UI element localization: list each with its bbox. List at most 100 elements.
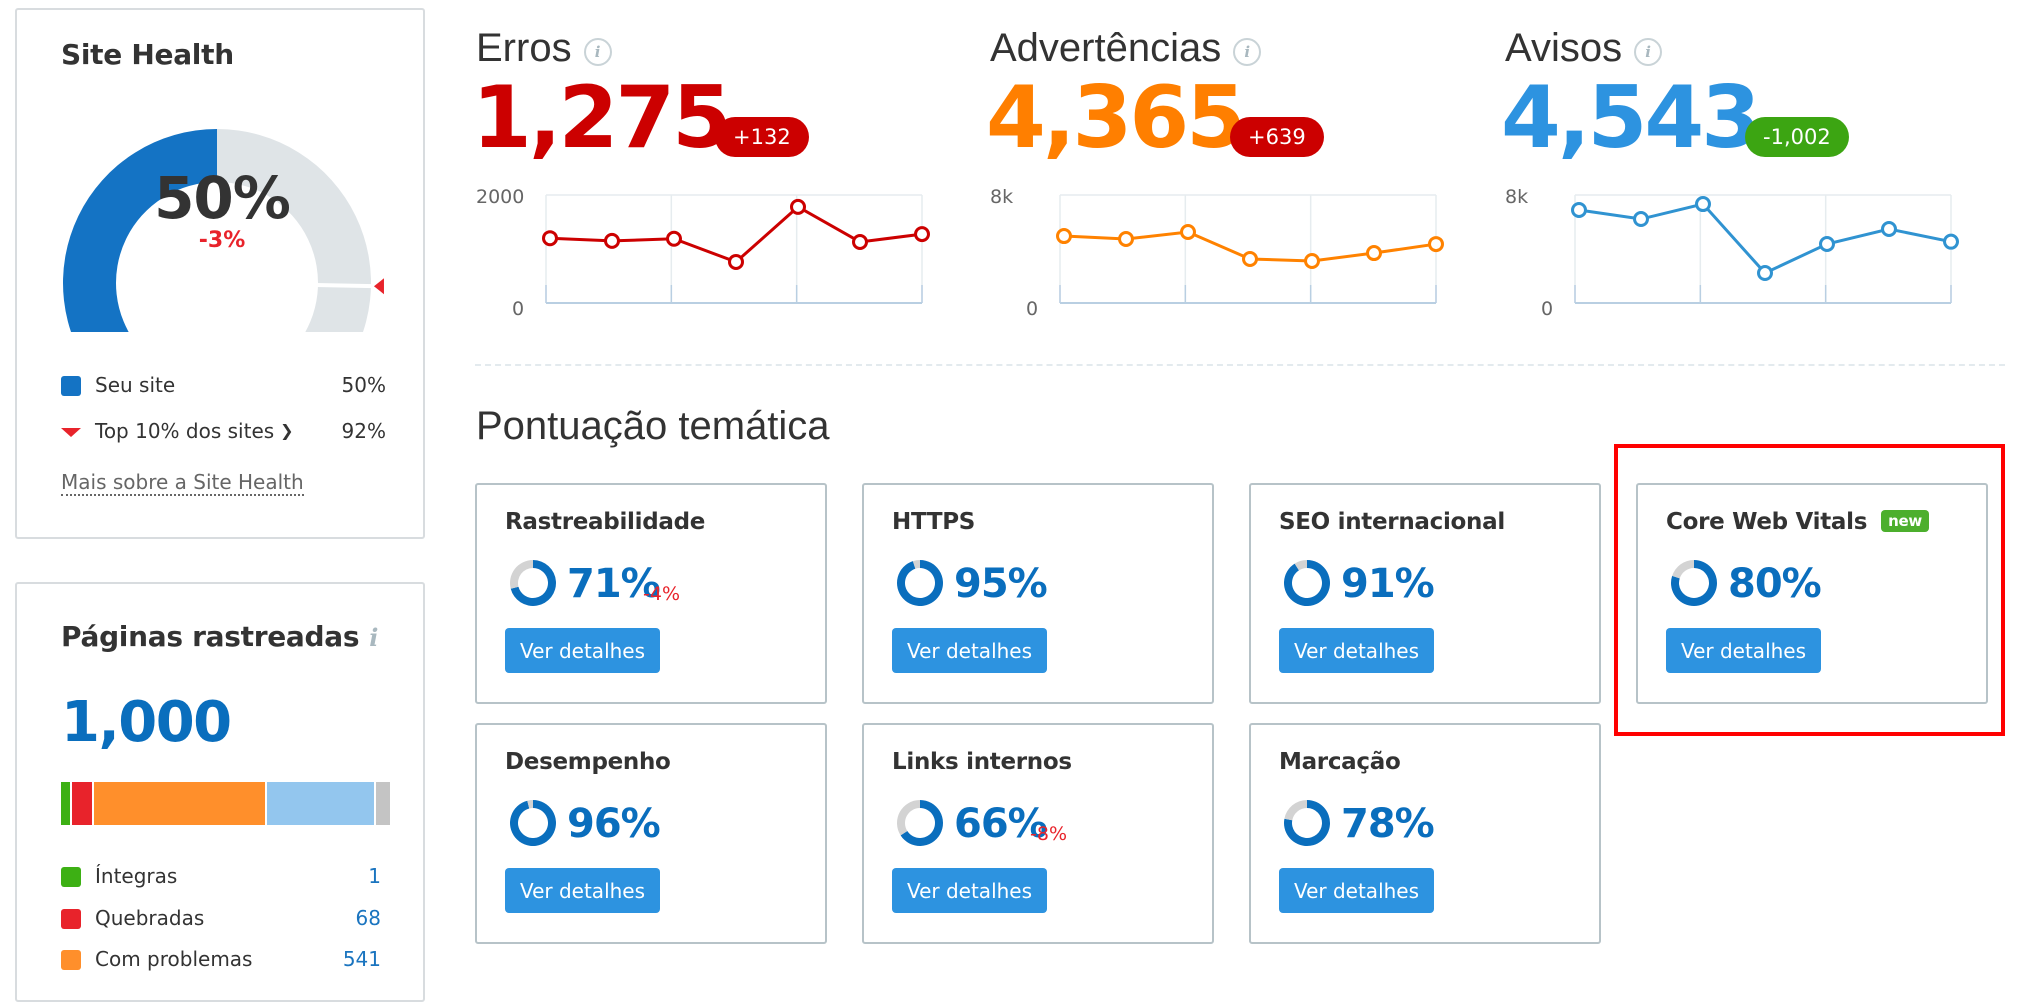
data-point — [1242, 250, 1258, 267]
y-tick-label: 8k — [990, 186, 1013, 208]
red-triangle-icon — [61, 428, 81, 437]
donut-track — [1672, 560, 1694, 579]
view-details-button[interactable]: Ver detalhes — [892, 868, 1047, 913]
score-donut-icon — [1284, 800, 1330, 846]
data-point — [1304, 253, 1320, 270]
metric-advertencias: Advertências i 4,365 +639 8k 0 — [986, 0, 1444, 330]
bar-segment[interactable] — [375, 782, 390, 825]
data-point — [542, 230, 558, 247]
view-details-button[interactable]: Ver detalhes — [1279, 628, 1434, 673]
theme-card-title: HTTPS — [892, 509, 975, 535]
data-point — [1819, 236, 1835, 253]
legend-top10[interactable]: Top 10% dos sites ❯ 92% — [61, 417, 386, 447]
legend-com-problemas[interactable]: Com problemas 541 — [61, 945, 381, 975]
donut-track — [897, 800, 920, 836]
blue-square-icon — [61, 376, 81, 396]
y-tick-label: 2000 — [476, 186, 524, 208]
data-point — [1571, 201, 1587, 218]
data-point — [1428, 236, 1444, 253]
legend-value[interactable]: 68 — [356, 906, 381, 930]
info-icon[interactable]: i — [369, 623, 378, 652]
new-badge: new — [1881, 510, 1929, 532]
legend-label: Top 10% dos sites — [95, 419, 275, 443]
data-point — [1180, 223, 1196, 240]
theme-card-title-text: HTTPS — [892, 509, 976, 535]
data-point — [604, 232, 620, 249]
legend-value: 50% — [341, 373, 386, 397]
data-point — [1695, 196, 1711, 213]
green-square-icon — [61, 867, 81, 887]
theme-score-value: 96% — [567, 801, 661, 847]
data-point — [790, 198, 806, 215]
score-donut-icon — [1284, 560, 1330, 606]
donut-fill — [897, 560, 943, 606]
theme-score-delta: -8% — [1030, 823, 1067, 845]
legend-value[interactable]: 541 — [343, 947, 381, 971]
theme-card-title: Links internos — [892, 749, 1072, 775]
site-health-card: Site Health 50% -3% Seu site 50% Top 10%… — [15, 8, 425, 539]
theme-card-title-text: Desempenho — [505, 749, 671, 775]
data-point — [914, 226, 930, 243]
legend-integras[interactable]: Íntegras 1 — [61, 862, 381, 892]
view-details-button[interactable]: Ver detalhes — [892, 628, 1047, 673]
metric-title-text: Advertências — [990, 26, 1222, 70]
legend-value: 92% — [341, 419, 386, 443]
theme-card-title: SEO internacional — [1279, 509, 1505, 535]
top10-dropdown[interactable]: Top 10% dos sites ❯ — [95, 419, 294, 443]
donut-fill — [1284, 560, 1330, 606]
y-tick-label: 0 — [1026, 298, 1038, 320]
theme-card-title-text: Rastreabilidade — [505, 509, 706, 535]
gauge-top10-line — [315, 282, 374, 289]
info-icon[interactable]: i — [583, 38, 612, 66]
info-icon[interactable]: i — [1233, 38, 1262, 66]
bar-segment[interactable] — [61, 782, 70, 825]
y-tick-label: 0 — [1541, 298, 1553, 320]
bar-segment[interactable] — [93, 782, 265, 825]
data-point — [1757, 265, 1773, 282]
section-divider — [475, 364, 2005, 366]
theme-card-links-internos: Links internos 66% -8% Ver detalhes — [862, 723, 1214, 944]
metric-title: Avisos i — [1505, 26, 1663, 71]
theme-card-desempenho: Desempenho 96% Ver detalhes — [475, 723, 827, 944]
metric-avisos: Avisos i 4,543 -1,002 8k 0 — [1501, 0, 1959, 330]
series-line — [549, 205, 923, 264]
theme-card-title: Desempenho — [505, 749, 671, 775]
view-details-button[interactable]: Ver detalhes — [505, 628, 660, 673]
thematic-score-title: Pontuação temática — [476, 404, 830, 448]
pages-crawled-title: Páginas rastreadas i — [61, 620, 378, 653]
metric-value[interactable]: 4,543 — [1501, 68, 1761, 168]
metric-delta-badge: -1,002 — [1745, 117, 1849, 157]
metric-title: Erros i — [476, 26, 612, 71]
metric-value[interactable]: 4,365 — [986, 68, 1246, 168]
site-health-delta: -3% — [198, 228, 246, 253]
theme-card-core-web-vitals: Core Web Vitals new 80% Ver detalhes — [1636, 483, 1988, 704]
data-point — [852, 233, 868, 250]
legend-seu-site: Seu site 50% — [61, 371, 386, 401]
red-square-icon — [61, 909, 81, 929]
data-point — [1633, 211, 1649, 228]
y-tick-label: 8k — [1505, 186, 1528, 208]
bar-segment[interactable] — [266, 782, 374, 825]
view-details-button[interactable]: Ver detalhes — [1279, 868, 1434, 913]
donut-fill — [510, 800, 556, 846]
legend-quebradas[interactable]: Quebradas 68 — [61, 904, 381, 934]
metric-title-text: Erros — [476, 26, 572, 70]
theme-card-title: Marcação — [1279, 749, 1401, 775]
theme-score-delta: -4% — [643, 583, 680, 605]
chevron-down-icon[interactable]: ❯ — [280, 421, 293, 440]
theme-card-title-text: Marcação — [1279, 749, 1401, 775]
view-details-button[interactable]: Ver detalhes — [505, 868, 660, 913]
pages-crawled-card: Páginas rastreadas i 1,000 Íntegras 1 Que… — [15, 582, 425, 1002]
more-about-site-health-link[interactable]: Mais sobre a Site Health — [61, 470, 304, 496]
legend-label: Com problemas — [95, 947, 253, 971]
data-point — [728, 253, 744, 270]
bar-segment[interactable] — [72, 782, 92, 825]
metric-value[interactable]: 1,275 — [472, 68, 732, 168]
theme-card-rastreabilidade: Rastreabilidade 71% -4% Ver detalhes — [475, 483, 827, 704]
info-icon[interactable]: i — [1634, 38, 1663, 66]
score-donut-icon — [897, 560, 943, 606]
legend-value[interactable]: 1 — [368, 864, 381, 888]
theme-card-title-text: SEO internacional — [1279, 509, 1505, 535]
y-tick-label: 0 — [512, 298, 524, 320]
view-details-button[interactable]: Ver detalhes — [1666, 628, 1821, 673]
